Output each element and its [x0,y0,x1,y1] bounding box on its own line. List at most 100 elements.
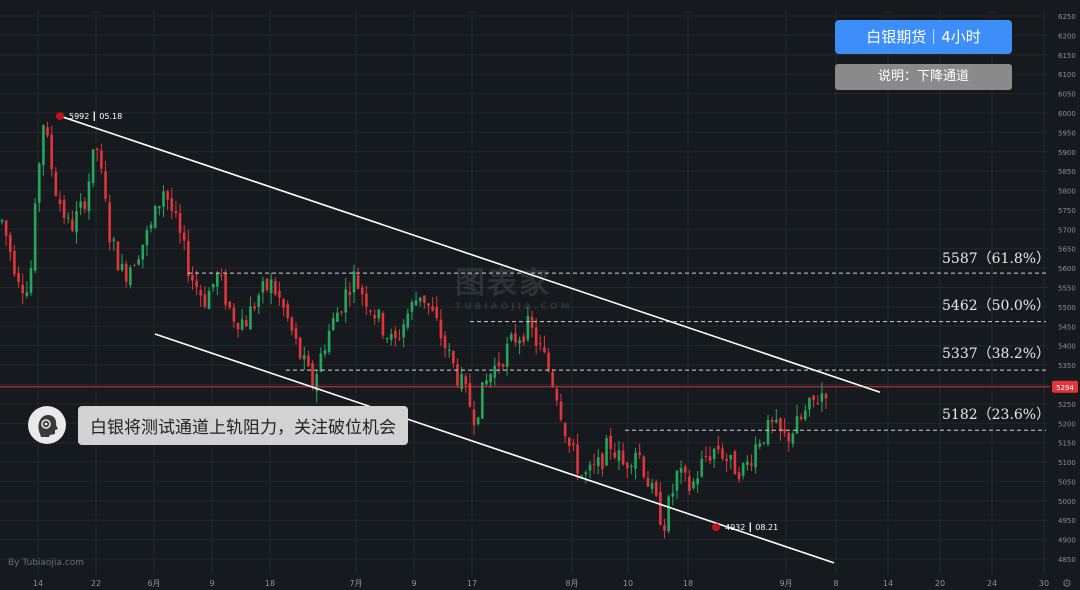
candle-body [158,206,161,209]
x-tick-label: 9 [411,579,416,588]
candle-body [741,463,745,476]
candle-body [381,312,385,336]
pivot-marker[interactable] [712,523,720,532]
candle-body [576,444,579,474]
pivot-marker[interactable] [56,112,64,121]
x-tick-label: 8 [833,579,838,588]
candle-body [696,478,699,485]
candle-body [174,211,178,214]
candle-body [601,453,604,470]
y-tick-label: 5450 [1058,323,1076,331]
y-tick-label: 6100 [1058,71,1076,79]
candle-body [398,338,401,340]
candle-body [245,320,248,327]
settings-gear-icon[interactable]: ⚙ [1062,577,1072,590]
candle-body [95,148,99,151]
analysis-callout: 白银将测试通道上轨阻力，关注破位机会 [28,404,408,446]
y-tick-label: 5200 [1058,420,1076,428]
candle-body [476,417,480,424]
x-tick-label: 22 [91,579,101,588]
candle-body [211,284,215,288]
x-tick-label: 6月 [147,579,160,588]
candle-body [522,336,526,343]
watermark-main: 图表家 [455,266,551,301]
y-tick-label: 5150 [1058,440,1076,448]
candle-body [261,281,265,293]
x-tick-label: 30 [1039,579,1049,588]
candle-body [21,284,25,294]
y-tick-label: 5850 [1058,168,1076,176]
candle-body [240,319,244,330]
candle-body [787,432,791,442]
candle-body [733,451,737,475]
candle-body [42,125,45,165]
channel-upper-line[interactable] [59,115,881,393]
callout-text: 白银将测试通道上轨阻力，关注破位机会 [78,405,408,445]
candle-body [820,393,824,402]
candle-body [481,382,484,419]
candle-body [625,462,629,469]
candle-body [427,303,430,306]
candle-body [4,220,8,236]
y-tick-label: 5000 [1058,498,1076,506]
candle-body [373,315,376,319]
candle-body [650,483,654,489]
candle-body [319,353,323,372]
candle-body [153,205,157,228]
candle-body [683,466,687,473]
candle-body [799,416,803,420]
candle-body [692,481,695,489]
candle-body [356,275,360,289]
candle-body [162,191,165,207]
candle-body [129,267,132,286]
fib-label-236: 5182（23.6%） [942,407,1051,423]
chart-note-badge: 说明：下降通道 [835,64,1012,90]
candle-body [311,363,314,388]
candle-body [87,181,91,212]
candle-body [514,333,517,343]
candle-body [803,410,807,420]
y-tick-label: 5100 [1058,459,1076,467]
candle-body [145,230,149,246]
candle-body [352,271,356,293]
candle-body [414,300,418,306]
y-tick-label: 5800 [1058,188,1076,196]
candle-body [54,171,58,196]
candle-body [472,409,476,426]
candle-body [348,291,352,296]
candle-body [671,492,675,497]
candle-body [431,306,434,311]
x-tick-label: 18 [683,579,693,588]
candle-body [775,419,778,423]
y-tick-label: 6250 [1058,13,1076,21]
candle-body [232,307,236,322]
candle-body [75,211,78,233]
candle-body [497,362,501,367]
candle-body [783,428,786,433]
candle-body [29,268,33,293]
candle-body [592,464,596,466]
candle-body [447,349,451,351]
candle-body [543,347,546,353]
candle-body [779,418,782,431]
y-tick-label: 6050 [1058,91,1076,99]
candle-body [402,324,405,338]
y-tick-label: 5700 [1058,226,1076,234]
candle-body [195,280,198,287]
y-tick-label: 6200 [1058,32,1076,40]
x-tick-label: 9 [209,579,214,588]
candle-body [559,401,563,420]
x-tick-label: 9月 [779,579,792,588]
x-tick-label: 17 [467,579,477,588]
candle-body [485,380,488,385]
candle-body [630,465,633,467]
y-tick-label: 4900 [1058,537,1076,545]
candle-body [688,476,691,492]
candle-body [675,470,679,491]
candle-body [108,202,111,243]
candle-body [17,272,20,283]
candle-body [704,455,708,457]
candle-body [489,373,492,383]
candle-body [170,198,174,211]
candle-body [423,295,426,303]
